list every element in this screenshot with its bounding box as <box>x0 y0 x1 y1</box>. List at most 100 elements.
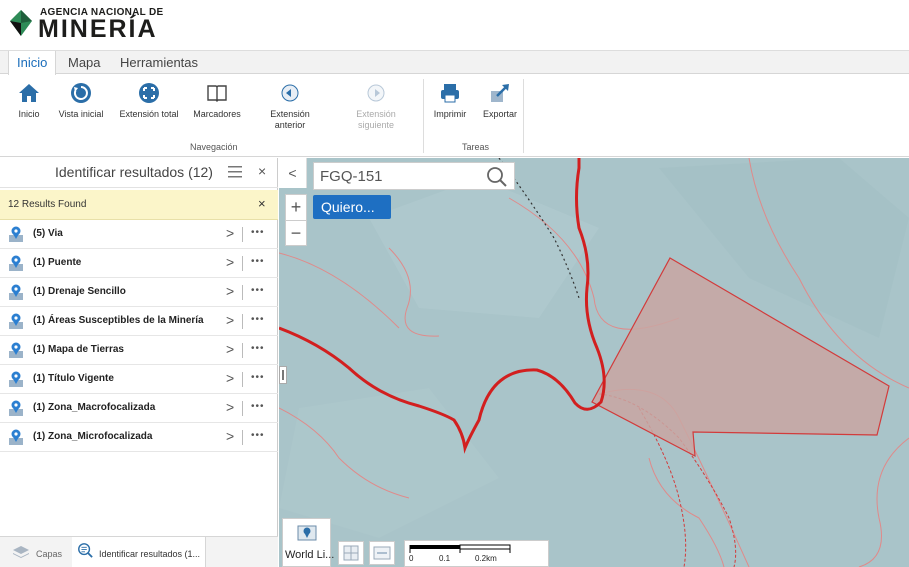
initial-view-button[interactable]: Vista inicial <box>56 81 106 120</box>
more-options-icon[interactable]: ••• <box>251 430 265 441</box>
row-divider <box>242 372 243 387</box>
clear-results-icon[interactable]: × <box>258 196 266 211</box>
list-item[interactable]: (1) Zona_Microfocalizada > ••• <box>0 423 278 452</box>
footer-tab-identify[interactable]: Identificar resultados (1... <box>72 537 206 567</box>
full-extent-label: Extensión total <box>119 109 179 119</box>
home-button[interactable]: Inicio <box>14 81 44 120</box>
chevron-right-icon[interactable]: > <box>226 428 234 444</box>
zoom-in-button[interactable]: + <box>286 195 306 220</box>
list-item-label: (1) Áreas Susceptibles de la Minería <box>33 315 204 326</box>
print-icon <box>441 84 459 103</box>
collapse-panel-button[interactable]: < <box>279 158 307 188</box>
list-item[interactable]: (1) Mapa de Tierras > ••• <box>0 336 278 365</box>
footer-tab-layers[interactable]: Capas <box>0 537 72 567</box>
tab-inicio[interactable]: Inicio <box>8 51 57 76</box>
chevron-right-icon[interactable]: > <box>226 370 234 386</box>
zoom-controls: + − <box>285 194 307 246</box>
list-item-label: (5) Via <box>33 228 63 239</box>
basemap-gallery-button[interactable]: World Li... <box>282 518 335 567</box>
more-options-icon[interactable]: ••• <box>251 401 265 412</box>
previous-extent-label: Extensión anterior <box>270 109 310 130</box>
map-pin-icon <box>9 255 23 271</box>
search-icon[interactable] <box>486 166 508 188</box>
scale-bar: 0 0.1 0.2km <box>404 540 549 567</box>
chevron-right-icon[interactable]: > <box>226 399 234 415</box>
search-input[interactable] <box>320 166 480 186</box>
identify-icon <box>78 543 93 558</box>
scale-bar-graphic <box>409 544 511 553</box>
map-canvas[interactable] <box>279 158 909 567</box>
row-divider <box>242 314 243 329</box>
list-item[interactable]: (1) Drenaje Sencillo > ••• <box>0 278 278 307</box>
home-icon <box>19 84 39 102</box>
list-item[interactable]: (1) Áreas Susceptibles de la Minería > ••• <box>0 307 278 336</box>
panel-title: Identificar resultados (12) <box>55 164 213 180</box>
tab-herramientas[interactable]: Herramientas <box>112 51 206 75</box>
chevron-right-icon[interactable]: > <box>226 283 234 299</box>
quiero-button[interactable]: Quiero... <box>313 195 391 219</box>
logo-title: MINERÍA <box>38 15 158 43</box>
full-extent-button[interactable]: Extensión total <box>116 81 182 120</box>
map-pin-icon <box>9 400 23 416</box>
row-divider <box>242 256 243 271</box>
zoom-out-button[interactable]: − <box>286 220 306 245</box>
footer-tab-layers-label: Capas <box>36 549 63 559</box>
map-view[interactable]: < + − Quiero... World Li... <box>279 158 909 567</box>
panel-header: Identificar resultados (12) × <box>0 158 278 188</box>
row-divider <box>242 285 243 300</box>
list-item-label: (1) Zona_Microfocalizada <box>33 431 153 442</box>
chevron-right-icon[interactable]: > <box>226 225 234 241</box>
more-options-icon[interactable]: ••• <box>251 256 265 267</box>
list-item[interactable]: (5) Via > ••• <box>0 220 278 249</box>
arrow-right-icon <box>367 84 385 102</box>
more-options-icon[interactable]: ••• <box>251 227 265 238</box>
next-extent-button[interactable]: Extensión siguiente <box>346 81 406 131</box>
next-extent-label: Extensión siguiente <box>356 109 396 130</box>
layers-icon <box>13 546 29 558</box>
map-pin-icon <box>9 429 23 445</box>
scale-icon <box>373 546 391 560</box>
export-button[interactable]: Exportar <box>480 81 520 120</box>
list-item-label: (1) Zona_Macrofocalizada <box>33 402 156 413</box>
more-options-icon[interactable]: ••• <box>251 372 265 383</box>
print-label: Imprimir <box>433 109 467 119</box>
arrow-left-icon <box>281 84 299 102</box>
basemap-label: World Li... <box>285 549 335 561</box>
previous-extent-button[interactable]: Extensión anterior <box>262 81 318 131</box>
scale-tool-button[interactable] <box>369 541 395 565</box>
chevron-right-icon[interactable]: > <box>226 254 234 270</box>
home-button-label: Inicio <box>18 109 40 119</box>
more-options-icon[interactable]: ••• <box>251 285 265 296</box>
export-label: Exportar <box>482 109 517 119</box>
list-item-label: (1) Puente <box>33 257 82 268</box>
scale-label-2: 0.2km <box>475 554 497 563</box>
map-pin-icon <box>9 226 23 242</box>
measure-tool-button[interactable] <box>338 541 364 565</box>
panel-footer-tabs: Capas Identificar resultados (1... <box>0 536 278 567</box>
more-options-icon[interactable]: ••• <box>251 343 265 354</box>
row-divider <box>242 401 243 416</box>
close-icon[interactable]: × <box>258 163 266 179</box>
results-list: (5) Via > ••• (1) Puente > ••• (1) Drenaje Sen… <box>0 220 278 452</box>
list-item[interactable]: (1) Título Vigente > ••• <box>0 365 278 394</box>
list-item[interactable]: (1) Zona_Macrofocalizada > ••• <box>0 394 278 423</box>
chevron-right-icon[interactable]: > <box>226 341 234 357</box>
scale-label-0: 0 <box>409 554 414 563</box>
panel-resize-handle[interactable] <box>279 366 287 384</box>
map-pin-icon <box>9 342 23 358</box>
menu-icon[interactable] <box>228 166 242 178</box>
ribbon-toolbar: Inicio Vista inicial Extensión total Mar… <box>0 75 909 157</box>
bookmarks-button[interactable]: Marcadores <box>190 81 244 120</box>
list-item[interactable]: (1) Puente > ••• <box>0 249 278 278</box>
chevron-right-icon[interactable]: > <box>226 312 234 328</box>
map-pin-icon <box>9 371 23 387</box>
more-options-icon[interactable]: ••• <box>251 314 265 325</box>
list-item-label: (1) Título Vigente <box>33 373 114 384</box>
diamond-logo-icon <box>10 10 32 36</box>
app-header: AGENCIA NACIONAL DE MINERÍA <box>0 0 909 48</box>
ribbon-tabs: Inicio Mapa Herramientas <box>0 50 909 76</box>
ribbon-group-divider <box>423 79 424 153</box>
tab-mapa[interactable]: Mapa <box>60 51 109 75</box>
book-icon <box>207 85 227 102</box>
print-button[interactable]: Imprimir <box>430 81 470 120</box>
